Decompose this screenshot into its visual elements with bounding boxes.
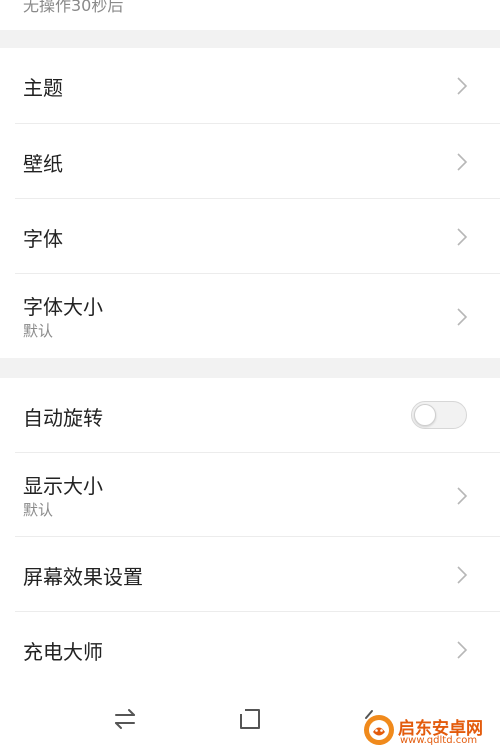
chevron-right-icon bbox=[457, 153, 468, 171]
font-size-value: 默认 bbox=[23, 322, 54, 340]
settings-item-screen-effect[interactable]: 屏幕效果设置 bbox=[0, 537, 500, 612]
section-gap bbox=[0, 30, 500, 48]
settings-item-wallpaper[interactable]: 壁纸 bbox=[0, 124, 500, 199]
chevron-right-icon bbox=[457, 228, 468, 246]
toggle-knob bbox=[414, 404, 436, 426]
section-gap bbox=[0, 358, 500, 378]
font-size-title: 字体大小 bbox=[23, 295, 103, 319]
site-watermark: 启东安卓网 www.qdltd.com bbox=[362, 703, 494, 751]
chevron-right-icon bbox=[457, 487, 468, 505]
chevron-right-icon bbox=[457, 77, 468, 95]
auto-rotate-toggle[interactable] bbox=[411, 401, 467, 429]
timeout-partial-text: 无操作30秒后 bbox=[23, 0, 124, 15]
theme-title: 主题 bbox=[23, 76, 63, 100]
watermark-url: www.qdltd.com bbox=[400, 735, 478, 746]
settings-item-display-size[interactable]: 显示大小 默认 bbox=[0, 453, 500, 537]
display-size-title: 显示大小 bbox=[23, 474, 103, 498]
timeout-partial-row[interactable]: 无操作30秒后 bbox=[0, 0, 500, 30]
settings-item-charging-master[interactable]: 充电大师 bbox=[0, 612, 500, 688]
chevron-right-icon bbox=[457, 308, 468, 326]
chevron-right-icon bbox=[457, 566, 468, 584]
display-size-value: 默认 bbox=[23, 501, 54, 519]
charging-master-title: 充电大师 bbox=[23, 640, 103, 664]
settings-item-font[interactable]: 字体 bbox=[0, 199, 500, 274]
settings-item-theme[interactable]: 主题 bbox=[0, 48, 500, 124]
display-settings-page: 无操作30秒后 主题 壁纸 字体 字体大小 默认 自动旋转 显示大小 默认 屏幕… bbox=[0, 0, 500, 753]
wallpaper-title: 壁纸 bbox=[23, 152, 63, 176]
switch-icon[interactable] bbox=[110, 704, 140, 734]
settings-item-auto-rotate: 自动旋转 bbox=[0, 378, 500, 453]
square-icon[interactable] bbox=[235, 704, 265, 734]
settings-item-font-size[interactable]: 字体大小 默认 bbox=[0, 274, 500, 358]
font-title: 字体 bbox=[23, 227, 63, 251]
screen-effect-title: 屏幕效果设置 bbox=[23, 565, 143, 589]
watermark-logo-icon bbox=[364, 715, 394, 745]
auto-rotate-title: 自动旋转 bbox=[23, 406, 103, 430]
chevron-right-icon bbox=[457, 641, 468, 659]
